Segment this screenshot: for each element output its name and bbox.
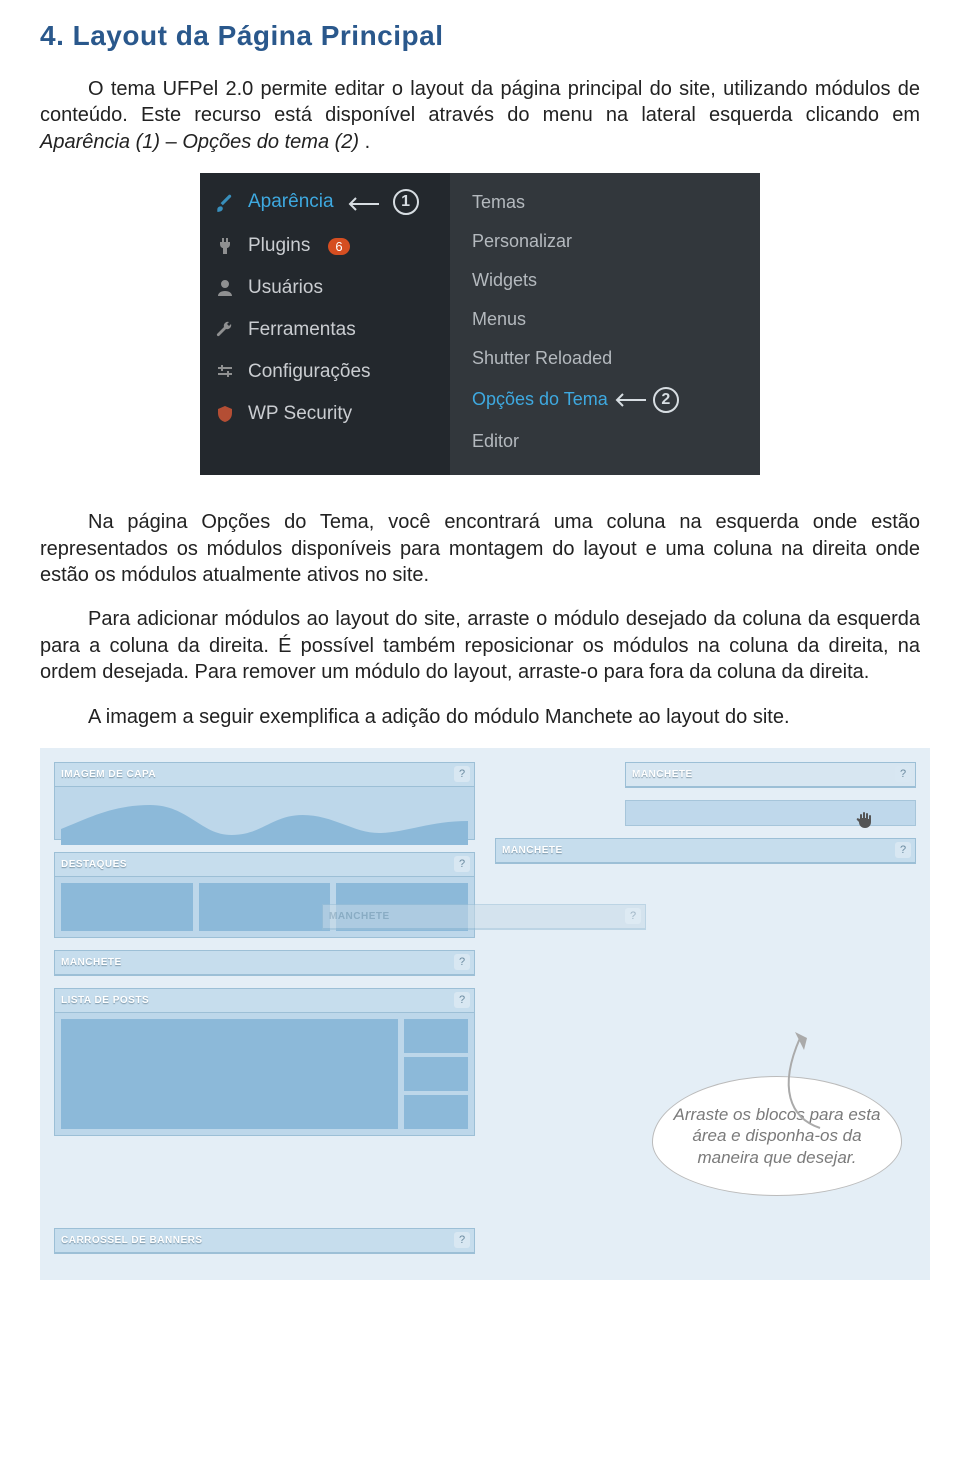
block-label: MANCHETE bbox=[61, 957, 122, 968]
help-icon[interactable]: ? bbox=[895, 766, 911, 782]
paragraph-2: Na página Opções do Tema, você encontrar… bbox=[40, 509, 920, 588]
block-carrossel[interactable]: CARROSSEL DE BANNERS? bbox=[54, 1228, 475, 1254]
block-active-manchete-1[interactable]: MANCHETE? bbox=[625, 762, 916, 788]
block-active-manchete-2[interactable]: MANCHETE? bbox=[495, 838, 916, 864]
sidebar-item-label: WP Security bbox=[248, 403, 352, 425]
wp-admin-menu-screenshot: Aparência 1 Plugins 6 Usuários Ferrament… bbox=[200, 173, 760, 475]
block-label: IMAGEM DE CAPA bbox=[61, 769, 156, 780]
help-icon[interactable]: ? bbox=[625, 908, 641, 924]
block-manchete[interactable]: MANCHETE? bbox=[54, 950, 475, 976]
plugins-badge: 6 bbox=[328, 238, 349, 255]
grab-cursor-icon bbox=[852, 808, 878, 832]
sidebar-item-ferramentas[interactable]: Ferramentas bbox=[200, 309, 450, 351]
p1-emph2: Opções do tema (2) bbox=[182, 131, 359, 153]
block-label: LISTA DE POSTS bbox=[61, 995, 149, 1006]
sidebar-item-aparencia[interactable]: Aparência 1 bbox=[200, 179, 450, 225]
submenu-temas[interactable]: Temas bbox=[472, 183, 742, 222]
sidebar-item-plugins[interactable]: Plugins 6 bbox=[200, 225, 450, 267]
section-heading: 4. Layout da Página Principal bbox=[40, 20, 920, 52]
plug-icon bbox=[214, 235, 236, 257]
wrench-icon bbox=[214, 319, 236, 341]
help-icon[interactable]: ? bbox=[454, 766, 470, 782]
block-imagem-de-capa[interactable]: IMAGEM DE CAPA? bbox=[54, 762, 475, 840]
sidebar-item-config[interactable]: Configurações bbox=[200, 351, 450, 393]
submenu-widgets[interactable]: Widgets bbox=[472, 261, 742, 300]
builder-available-column: IMAGEM DE CAPA? DESTAQUES? MANCHETE? LIS… bbox=[54, 762, 475, 1266]
block-dragging[interactable]: MANCHETE? bbox=[322, 904, 646, 930]
sidebar-item-label: Configurações bbox=[248, 361, 371, 383]
block-label: MANCHETE bbox=[502, 845, 563, 856]
sidebar-item-label: Ferramentas bbox=[248, 319, 356, 341]
marker-1: 1 bbox=[393, 189, 419, 215]
block-label: MANCHETE bbox=[329, 911, 390, 922]
sliders-icon bbox=[214, 361, 236, 383]
block-lista-de-posts[interactable]: LISTA DE POSTS? bbox=[54, 988, 475, 1136]
sidebar-item-label: Usuários bbox=[248, 277, 323, 299]
block-label: MANCHETE bbox=[632, 769, 693, 780]
help-icon[interactable]: ? bbox=[895, 842, 911, 858]
layout-builder-screenshot: IMAGEM DE CAPA? DESTAQUES? MANCHETE? LIS… bbox=[40, 748, 930, 1280]
block-label: DESTAQUES bbox=[61, 859, 127, 870]
wp-submenu: Temas Personalizar Widgets Menus Shutter… bbox=[450, 173, 760, 475]
arrow-icon bbox=[613, 393, 647, 407]
paragraph-4: A imagem a seguir exemplifica a adição d… bbox=[40, 704, 920, 730]
p1-a: O tema UFPel 2.0 permite editar o layout… bbox=[40, 78, 920, 126]
help-icon[interactable]: ? bbox=[454, 1232, 470, 1248]
submenu-personalizar[interactable]: Personalizar bbox=[472, 222, 742, 261]
builder-active-column[interactable]: MANCHETE? MANCHETE? Arraste os blocos pa… bbox=[495, 762, 916, 1266]
sidebar-item-usuarios[interactable]: Usuários bbox=[200, 267, 450, 309]
p1-b: – bbox=[166, 131, 183, 153]
sidebar-item-label: Aparência bbox=[248, 191, 334, 213]
block-label: CARROSSEL DE BANNERS bbox=[61, 1235, 203, 1246]
shield-icon bbox=[214, 403, 236, 425]
paragraph-3: Para adicionar módulos ao layout do site… bbox=[40, 606, 920, 685]
help-icon[interactable]: ? bbox=[454, 992, 470, 1008]
help-icon[interactable]: ? bbox=[454, 954, 470, 970]
help-icon[interactable]: ? bbox=[454, 856, 470, 872]
submenu-opcoes-tema[interactable]: Opções do Tema 2 bbox=[472, 378, 742, 422]
guide-arrow-icon bbox=[770, 1028, 836, 1134]
user-icon bbox=[214, 277, 236, 299]
wp-left-sidebar: Aparência 1 Plugins 6 Usuários Ferrament… bbox=[200, 173, 450, 475]
submenu-shutter[interactable]: Shutter Reloaded bbox=[472, 339, 742, 378]
p1-emph1: Aparência (1) bbox=[40, 131, 160, 153]
paragraph-1: O tema UFPel 2.0 permite editar o layout… bbox=[40, 76, 920, 155]
submenu-menus[interactable]: Menus bbox=[472, 300, 742, 339]
sidebar-item-label: Plugins bbox=[248, 235, 310, 257]
brush-icon bbox=[214, 191, 236, 213]
sidebar-item-wpsecurity[interactable]: WP Security bbox=[200, 393, 450, 435]
arrow-icon bbox=[346, 196, 380, 212]
marker-2: 2 bbox=[653, 387, 679, 413]
p1-c: . bbox=[365, 131, 371, 153]
submenu-editor[interactable]: Editor bbox=[472, 422, 742, 461]
submenu-label: Opções do Tema bbox=[472, 389, 608, 409]
